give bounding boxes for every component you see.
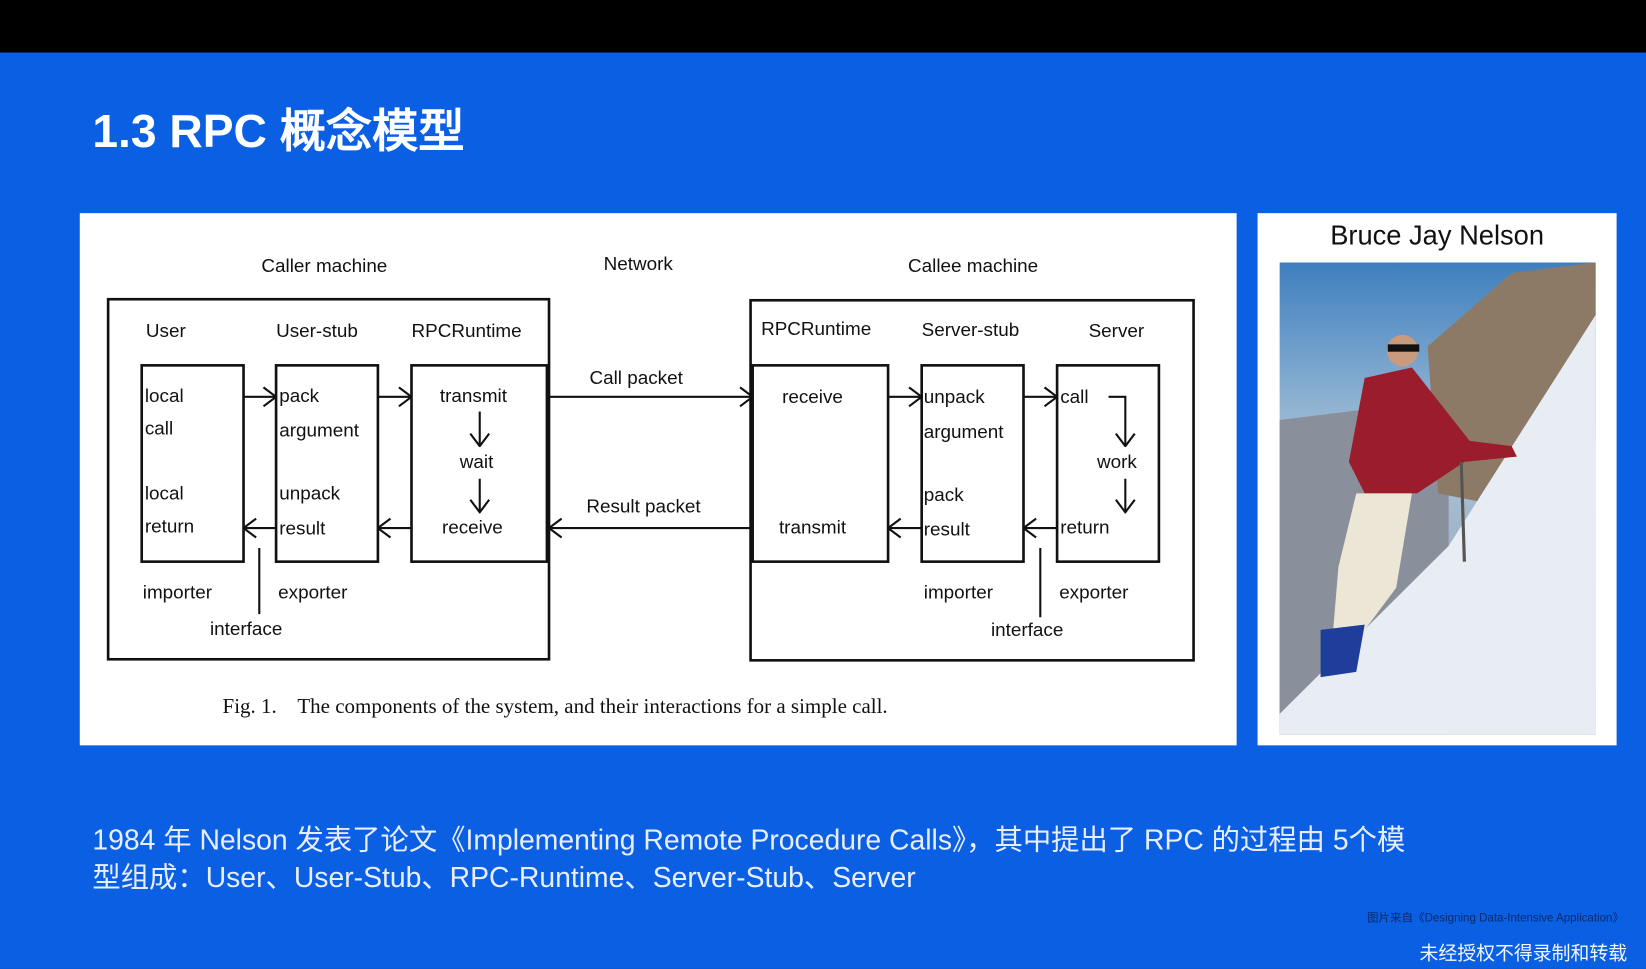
image-credit: 图片来自《Designing Data-Intensive Applicatio… [1367,912,1624,925]
photo-caption-name: Bruce Jay Nelson [1330,220,1544,251]
diagram-panel [79,213,1237,746]
caller-runtime-label: RPCRuntime [412,321,522,342]
callee-machine-label: Callee machine [908,256,1038,277]
text: transmit [779,517,847,538]
text: unpack [279,484,340,505]
text: call [145,419,173,440]
text: argument [279,421,359,442]
call-packet-label: Call packet [589,368,683,389]
text: importer [143,582,212,603]
top-bar [0,0,1646,53]
user-stub-label: User-stub [276,321,358,342]
text: importer [924,582,993,603]
result-packet-label: Result packet [586,496,701,517]
text: call [1060,387,1088,408]
text: wait [459,452,494,473]
watermark: 未经授权不得录制和转载 [1419,943,1627,965]
text: return [145,516,194,537]
rpc-diagram: Caller machine Network Callee machine Us… [79,213,1237,746]
text: receive [442,517,503,538]
text: local [145,484,184,505]
text: pack [279,386,319,407]
user-label: User [146,321,186,342]
text: unpack [924,387,985,408]
server-label: Server [1089,321,1145,342]
portrait-photo [1279,262,1596,735]
photo-panel: Bruce Jay Nelson [1257,213,1617,746]
description-line-1: 1984 年 Nelson 发表了论文《Implementing Remote … [92,824,1405,856]
text: interface [210,619,282,640]
caller-machine-label: Caller machine [261,256,387,277]
text: result [279,518,326,539]
text: receive [782,387,843,408]
text: result [924,519,971,540]
slide-title: 1.3 RPC 概念模型 [92,105,464,157]
text: interface [991,620,1063,641]
server-stub-label: Server-stub [922,320,1020,341]
text: exporter [1059,582,1128,603]
text: exporter [278,582,347,603]
text: return [1060,517,1109,538]
figure-caption: Fig. 1. The components of the system, an… [223,694,888,718]
text: pack [924,485,964,506]
slide: 1.3 RPC 概念模型 Caller machine Network Call… [0,0,1646,969]
network-label: Network [604,254,674,275]
callee-runtime-label: RPCRuntime [761,319,871,340]
description-line-2: 型组成：User、User-Stub、RPC-Runtime、Server-St… [92,862,915,894]
text: argument [924,422,1004,443]
text: transmit [440,386,508,407]
text: work [1096,452,1137,473]
text: local [145,386,184,407]
